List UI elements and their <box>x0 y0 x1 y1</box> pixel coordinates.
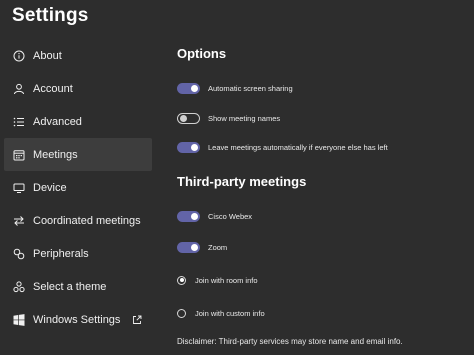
join-with-room-info-radio[interactable] <box>177 275 186 285</box>
toggle-knob <box>191 212 198 220</box>
disclaimer-text: Disclaimer: Third-party services may sto… <box>177 337 403 346</box>
zoom-row: Zoom <box>177 240 227 254</box>
toggle-label: Show meeting names <box>208 113 281 123</box>
settings-content: Options Automatic screen sharing Show me… <box>0 0 474 355</box>
toggle-knob <box>191 143 198 151</box>
join-with-custom-info-row: Join with custom info <box>177 306 265 320</box>
automatic-screen-sharing-row: Automatic screen sharing <box>177 81 293 95</box>
toggle-label: Cisco Webex <box>208 211 253 221</box>
toggle-knob <box>191 84 198 92</box>
automatic-screen-sharing-toggle[interactable] <box>177 82 200 94</box>
cisco-webex-toggle[interactable] <box>177 210 200 222</box>
cisco-webex-row: Cisco Webex <box>177 209 252 223</box>
leave-meetings-automatically-toggle[interactable] <box>177 141 200 153</box>
show-meeting-names-row: Show meeting names <box>177 111 280 125</box>
third-party-meetings-section-title: Third-party meetings <box>177 174 307 189</box>
toggle-label: Automatic screen sharing <box>208 83 293 93</box>
options-section-title: Options <box>177 46 227 61</box>
join-with-room-info-row: Join with room info <box>177 273 258 287</box>
show-meeting-names-toggle[interactable] <box>177 112 200 124</box>
join-with-custom-info-radio[interactable] <box>177 308 186 318</box>
zoom-toggle[interactable] <box>177 241 200 253</box>
toggle-knob <box>180 114 187 122</box>
toggle-knob <box>191 243 198 251</box>
radio-label: Join with custom info <box>195 308 265 318</box>
toggle-label: Zoom <box>208 242 228 252</box>
toggle-label: Leave meetings automatically if everyone… <box>208 142 388 152</box>
radio-label: Join with room info <box>195 275 258 285</box>
leave-meetings-automatically-row: Leave meetings automatically if everyone… <box>177 140 388 154</box>
